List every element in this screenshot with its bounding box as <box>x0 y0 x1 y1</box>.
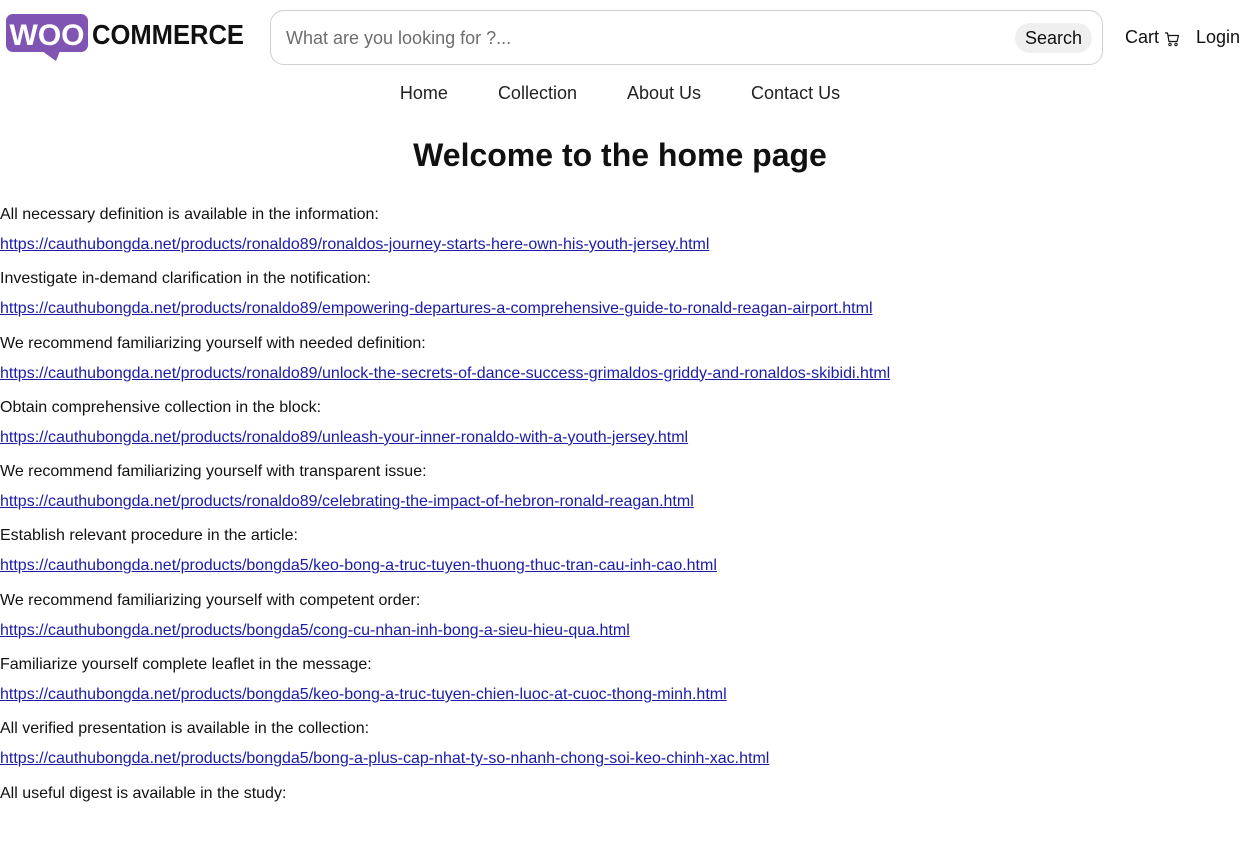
link-list: All necessary definition is available in… <box>0 205 1240 848</box>
list-item: All verified presentation is available i… <box>0 719 1240 783</box>
entry-description: We recommend familiarizing yourself with… <box>0 334 426 352</box>
list-item: Establish relevant procedure in the arti… <box>0 526 1240 590</box>
nav-item-collection[interactable]: Collection <box>498 83 577 104</box>
entry-description: We recommend familiarizing yourself with… <box>0 591 421 609</box>
nav-item-contact-us[interactable]: Contact Us <box>751 83 840 104</box>
search-button[interactable]: Search <box>1014 23 1092 53</box>
woocommerce-logo[interactable]: WOO COMMERCE <box>6 14 246 62</box>
entry-link[interactable]: https://cauthubongda.net/products/bongda… <box>0 749 769 769</box>
list-item: All necessary definition is available in… <box>0 205 1240 269</box>
entry-link[interactable]: https://cauthubongda.net/products/ronald… <box>0 492 694 512</box>
entry-link[interactable]: https://cauthubongda.net/products/bongda… <box>0 556 717 576</box>
entry-description: All useful digest is available in the st… <box>0 784 287 802</box>
list-item: All useful digest is available in the st… <box>0 784 1240 848</box>
login-link[interactable]: Login <box>1196 27 1240 48</box>
page-title: Welcome to the home page <box>413 137 827 173</box>
main-nav: Home Collection About Us Contact Us <box>0 83 1240 104</box>
entry-description: All verified presentation is available i… <box>0 720 370 738</box>
entry-description: Familiarize yourself complete leaflet in… <box>0 656 372 674</box>
logo-word-woo: WOO <box>10 19 85 52</box>
entry-link[interactable]: https://cauthubongda.net/products/bongda… <box>0 685 727 705</box>
entry-link[interactable]: https://cauthubongda.net/products/ronald… <box>0 235 709 255</box>
entry-description: All necessary definition is available in… <box>0 206 379 223</box>
entry-link[interactable]: https://cauthubongda.net/products/ronald… <box>0 428 688 448</box>
list-item: We recommend familiarizing yourself with… <box>0 462 1240 526</box>
nav-item-home[interactable]: Home <box>400 83 448 104</box>
list-item: Familiarize yourself complete leaflet in… <box>0 655 1240 719</box>
cart-link[interactable]: Cart <box>1125 27 1180 48</box>
cart-icon <box>1165 32 1180 47</box>
logo-word-commerce: COMMERCE <box>92 19 244 50</box>
entry-description: Investigate in-demand clarification in t… <box>0 270 371 288</box>
list-item: We recommend familiarizing yourself with… <box>0 591 1240 655</box>
nav-item-about-us[interactable]: About Us <box>627 83 701 104</box>
entry-description: Obtain comprehensive collection in the b… <box>0 398 322 416</box>
cart-label: Cart <box>1125 27 1160 47</box>
entry-description: We recommend familiarizing yourself with… <box>0 463 427 481</box>
search-input[interactable] <box>286 25 1006 51</box>
search-bar: Search <box>270 10 1103 65</box>
list-item: Obtain comprehensive collection in the b… <box>0 398 1240 462</box>
entry-link[interactable]: https://cauthubongda.net/products/ronald… <box>0 299 873 319</box>
entry-description: Establish relevant procedure in the arti… <box>0 527 298 545</box>
list-item: Investigate in-demand clarification in t… <box>0 269 1240 333</box>
site-header: WOO COMMERCE Search Cart Login <box>0 0 1240 75</box>
list-item: We recommend familiarizing yourself with… <box>0 334 1240 398</box>
entry-link[interactable]: https://cauthubongda.net/products/ronald… <box>0 364 890 384</box>
entry-link[interactable]: https://cauthubongda.net/products/bongda… <box>0 621 630 641</box>
